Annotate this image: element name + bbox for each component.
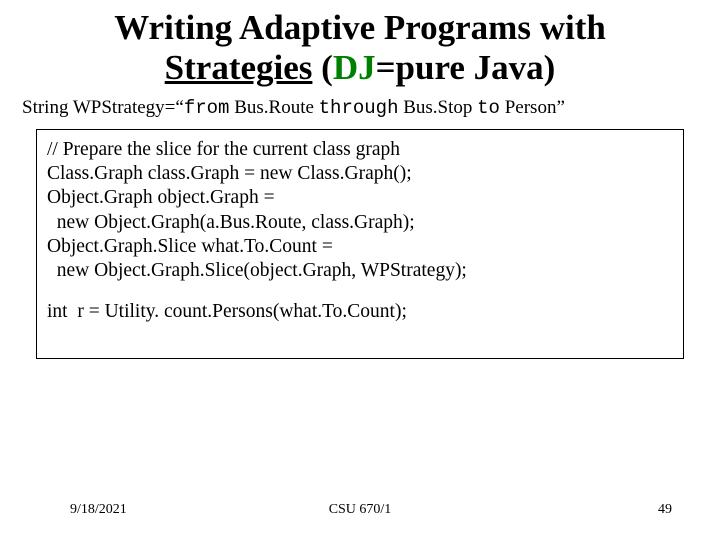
strategy-busroute: Bus.Route: [229, 97, 318, 118]
code-line: new Object.Graph.Slice(object.Graph, WPS…: [47, 259, 673, 283]
code-line: // Prepare the slice for the current cla…: [47, 138, 673, 162]
quote-close: ”: [556, 97, 564, 118]
code-line: Class.Graph class.Graph = new Class.Grap…: [47, 162, 673, 186]
slide-footer: 9/18/2021 CSU 670/1 49: [0, 502, 720, 518]
code-line: int r = Utility. count.Persons(what.To.C…: [47, 300, 673, 324]
code-line: new Object.Graph(a.Bus.Route, class.Grap…: [47, 211, 673, 235]
strategy-person: Person: [500, 97, 556, 118]
kw-from: from: [184, 97, 230, 119]
title-paren-open: (: [312, 48, 332, 87]
slide-title: Writing Adaptive Programs with Strategie…: [20, 8, 700, 89]
kw-through: through: [319, 97, 399, 119]
strategy-declaration: String WPStrategy=“from Bus.Route throug…: [22, 97, 700, 119]
footer-page: 49: [658, 502, 672, 518]
strategy-lhs: String WPStrategy=: [22, 97, 175, 118]
title-dj: DJ: [333, 48, 376, 87]
title-line1: Writing Adaptive Programs with: [114, 8, 606, 47]
strategy-busstop: Bus.Stop: [398, 97, 477, 118]
title-strategies: Strategies: [165, 48, 313, 87]
footer-course: CSU 670/1: [329, 502, 392, 518]
code-line: Object.Graph object.Graph =: [47, 186, 673, 210]
code-line: Object.Graph.Slice what.To.Count =: [47, 235, 673, 259]
quote-open: “: [175, 97, 183, 118]
kw-to: to: [477, 97, 500, 119]
code-box: // Prepare the slice for the current cla…: [36, 129, 684, 360]
title-tail: =pure Java): [376, 48, 556, 87]
footer-date: 9/18/2021: [70, 502, 127, 518]
